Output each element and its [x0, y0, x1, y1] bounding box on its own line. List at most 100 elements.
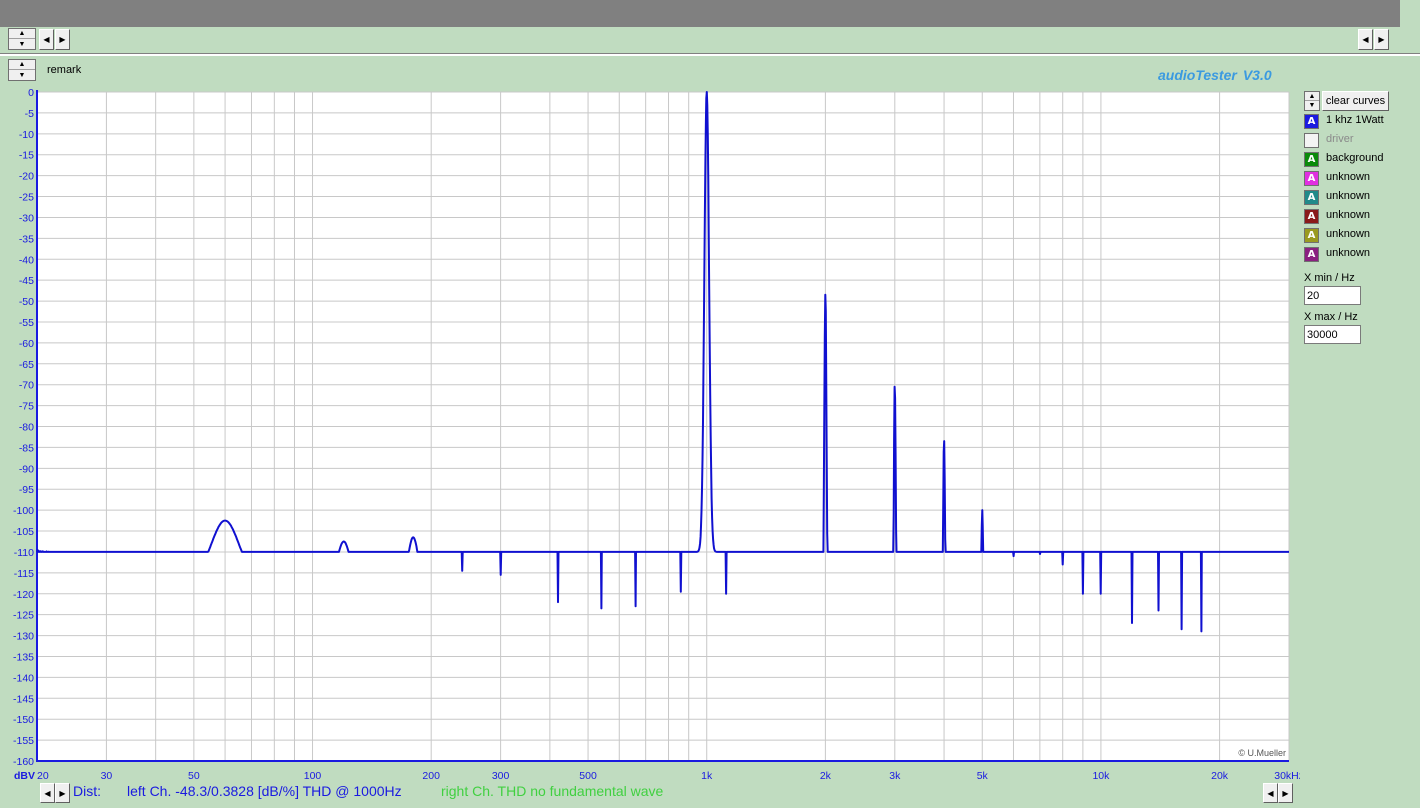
y-tick-label: -10: [19, 129, 34, 141]
x-tick-label: 30kHz: [1274, 770, 1300, 782]
curve-checkbox[interactable]: A: [1304, 228, 1319, 243]
y-tick-label: -150: [13, 714, 34, 726]
y-tick-label: -85: [19, 442, 34, 454]
x-tick-label: 500: [579, 770, 597, 782]
curve-item[interactable]: driver: [1304, 133, 1414, 150]
y-tick-label: -50: [19, 296, 34, 308]
y-tick-label: -120: [13, 589, 34, 601]
y-tick-label: -20: [19, 171, 34, 183]
scroll-left-button-right[interactable]: ◀: [1358, 29, 1373, 50]
scroll-right-button-right[interactable]: ▶: [1374, 29, 1389, 50]
y-tick-label: -90: [19, 463, 34, 475]
status-scroll-right-button[interactable]: ▶: [55, 783, 70, 803]
left-channel-status: left Ch. -48.3/0.3828 [dB/%] THD @ 1000H…: [127, 783, 402, 799]
y-tick-label: -125: [13, 610, 34, 622]
y-tick-label: -55: [19, 317, 34, 329]
curve-item[interactable]: A 1 khz 1Watt: [1304, 114, 1414, 131]
curve-item[interactable]: Abackground: [1304, 152, 1414, 169]
spin-down-icon[interactable]: ▼: [9, 70, 35, 80]
curve-item[interactable]: Aunknown: [1304, 228, 1414, 245]
status-scroll-left-button[interactable]: ◀: [40, 783, 55, 803]
y-tick-label: -75: [19, 401, 34, 413]
row-spinner[interactable]: ▲ ▼: [8, 28, 36, 50]
arrow-left-icon: ◀: [43, 35, 50, 44]
xmax-label: X max / Hz: [1304, 311, 1358, 323]
y-tick-label: -95: [19, 484, 34, 496]
y-tick-label: -105: [13, 526, 34, 538]
arrow-right-icon: ▶: [59, 788, 66, 798]
spin-up-icon[interactable]: ▲: [9, 60, 35, 70]
brand-name: audioTester: [1158, 67, 1237, 83]
curve-item[interactable]: Aunknown: [1304, 190, 1414, 207]
right-channel-status: right Ch. THD no fundamental wave: [441, 783, 664, 799]
y-tick-label: -135: [13, 651, 34, 663]
spin-down-icon[interactable]: ▼: [9, 39, 35, 49]
remark-spinner[interactable]: ▲ ▼: [8, 59, 36, 81]
curve-item[interactable]: Aunknown: [1304, 247, 1414, 264]
xmax-input[interactable]: [1304, 325, 1361, 344]
curve-checkbox[interactable]: A: [1304, 190, 1319, 205]
y-tick-label: -25: [19, 192, 34, 204]
spin-down-icon[interactable]: ▼: [1305, 101, 1319, 110]
curve-item[interactable]: Aunknown: [1304, 171, 1414, 188]
scroll-left-button[interactable]: ◀: [39, 29, 54, 50]
divider: [0, 53, 1420, 56]
curve-checkbox[interactable]: [1304, 133, 1319, 148]
status-scroll-left-button-right[interactable]: ◀: [1263, 783, 1278, 803]
curve-checkbox[interactable]: A: [1304, 247, 1319, 262]
x-tick-label: 50: [188, 770, 200, 782]
curve-label: background: [1326, 152, 1384, 164]
y-tick-label: -155: [13, 735, 34, 747]
x-tick-label: 2k: [820, 770, 832, 782]
y-tick-label: -110: [14, 547, 34, 559]
app-brand: audioTester V3.0: [1158, 67, 1272, 83]
remark-label: remark: [47, 64, 82, 76]
curve-checkbox[interactable]: A: [1304, 152, 1319, 167]
curve-checkbox[interactable]: A: [1304, 114, 1319, 129]
curve-item[interactable]: Aunknown: [1304, 209, 1414, 226]
y-tick-label: -35: [19, 233, 34, 245]
arrow-right-icon: ▶: [1378, 35, 1385, 44]
title-bar-area: [0, 0, 1400, 27]
xmin-input[interactable]: [1304, 286, 1361, 305]
arrow-left-icon: ◀: [1362, 35, 1369, 44]
status-scroll-right-button-right[interactable]: ▶: [1278, 783, 1293, 803]
y-tick-label: -80: [19, 422, 34, 434]
curve-label: 1 khz 1Watt: [1326, 114, 1384, 126]
y-tick-label: -5: [25, 108, 34, 120]
x-tick-label: 3k: [889, 770, 901, 782]
x-tick-label: 1k: [701, 770, 713, 782]
scroll-right-button[interactable]: ▶: [55, 29, 70, 50]
y-tick-label: -115: [14, 568, 34, 580]
dist-label: Dist:: [73, 783, 101, 799]
curve-checkbox[interactable]: A: [1304, 209, 1319, 224]
y-tick-label: -145: [13, 693, 34, 705]
y-tick-label: -30: [19, 212, 34, 224]
arrow-left-icon: ◀: [1267, 788, 1274, 798]
spin-up-icon[interactable]: ▲: [1305, 92, 1319, 101]
title-bar-corner: [1400, 0, 1420, 27]
curve-label: unknown: [1326, 228, 1371, 240]
y-tick-label: -130: [13, 631, 34, 643]
y-tick-label: -100: [13, 505, 34, 517]
curve-label: unknown: [1326, 247, 1371, 259]
x-tick-label: 20: [37, 770, 49, 782]
spectrum-chart[interactable]: 0 -5 -10 -15 -20 -25 -30 -35 -40 -45 -50 -55 -60 -65 -…: [0, 84, 1300, 784]
spin-up-icon[interactable]: ▲: [9, 29, 35, 39]
curve-checkbox[interactable]: A: [1304, 171, 1319, 186]
y-axis-label: dBV: [14, 770, 35, 782]
y-tick-label: -140: [13, 672, 34, 684]
curve-label: unknown: [1326, 171, 1371, 183]
brand-version: V3.0: [1242, 67, 1272, 83]
curve-label: driver: [1326, 133, 1354, 145]
x-tick-label: 10k: [1092, 770, 1110, 782]
y-tick-label: -40: [19, 254, 34, 266]
y-tick-label: -60: [19, 338, 34, 350]
x-tick-label: 300: [492, 770, 510, 782]
clear-curves-button[interactable]: clear curves: [1322, 91, 1389, 111]
y-tick-label: -160: [13, 756, 34, 768]
x-tick-label: 30: [101, 770, 113, 782]
curve-spinner[interactable]: ▲ ▼: [1304, 91, 1320, 111]
curve-label: unknown: [1326, 190, 1371, 202]
curve-label: unknown: [1326, 209, 1371, 221]
